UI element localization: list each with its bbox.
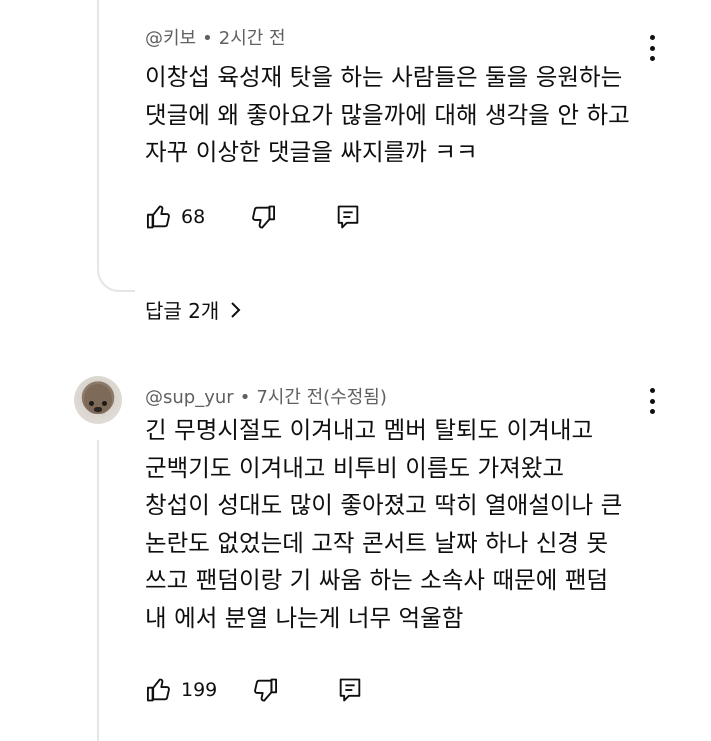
comment-text: 이창섭 육성재 탓을 하는 사람들은 둘을 응원하는 댓글에 왜 좋아요가 많을… <box>145 59 630 172</box>
meta-separator: • <box>239 387 251 408</box>
like-button[interactable]: 199 <box>145 676 217 704</box>
avatar-eye <box>89 401 94 406</box>
comment-text: 긴 무명시절도 이겨내고 멤버 탈퇴도 이겨내고 군백기도 이겨내고 비투비 이… <box>145 412 622 637</box>
chevron-right-icon <box>231 301 241 318</box>
avatar[interactable] <box>74 376 122 424</box>
thumbs-up-icon <box>146 678 170 702</box>
thread-curve <box>97 262 135 292</box>
comment-line: 내 에서 분열 나는게 너무 억울함 <box>145 603 464 632</box>
avatar-nose <box>94 407 102 412</box>
comment-time: 2시간 전 <box>218 28 286 49</box>
thumbs-down-icon <box>252 205 276 229</box>
avatar-face <box>84 384 112 414</box>
comment-actions: 68 <box>145 201 361 233</box>
comment-line: 논란도 없었는데 고작 콘서트 날짜 하나 신경 못 <box>145 528 609 557</box>
comment-author[interactable]: @키보 <box>145 28 196 49</box>
reply-button[interactable] <box>337 676 363 704</box>
like-count: 68 <box>181 206 206 228</box>
reply-icon <box>339 678 361 702</box>
comment-time: 7시간 전(수정됨) <box>256 387 387 408</box>
comment-author[interactable]: @sup_yur <box>145 387 234 408</box>
thumbs-down-icon <box>254 678 278 702</box>
thread-line <box>97 0 99 264</box>
dislike-button[interactable] <box>251 676 279 704</box>
thread-line <box>97 440 99 741</box>
thumbs-up-icon <box>146 205 170 229</box>
avatar-eye <box>102 401 107 406</box>
replies-toggle[interactable]: 답글 2개 <box>145 295 243 324</box>
more-vert-icon[interactable] <box>646 388 658 414</box>
comment-line: 창섭이 성대도 많이 좋아졌고 딱히 열애설이나 큰 <box>145 491 623 519</box>
meta-separator: • <box>202 28 213 49</box>
reply-button[interactable] <box>335 203 361 231</box>
comment-line: 군백기도 이겨내고 비투비 이름도 가져왔고 <box>145 453 565 482</box>
comment-line: 긴 무명시절도 이겨내고 멤버 탈퇴도 이겨내고 <box>145 416 594 444</box>
comment-line: 쓰고 팬덤이랑 기 싸움 하는 소속사 때문에 팬덤 <box>145 566 609 594</box>
like-button[interactable]: 68 <box>145 203 205 231</box>
comment-line: 이창섭 육성재 탓을 하는 사람들은 둘을 응원하는 <box>145 63 623 91</box>
comment-line: 댓글에 왜 좋아요가 많을까에 대해 생각을 안 하고 <box>145 100 630 129</box>
more-vert-icon[interactable] <box>646 35 658 61</box>
replies-label: 답글 2개 <box>145 299 220 323</box>
dislike-button[interactable] <box>249 203 277 231</box>
comment-line: 자꾸 이상한 댓글을 싸지를까 ㅋㅋ <box>145 138 478 166</box>
comment-meta: @키보 • 2시간 전 <box>145 24 286 50</box>
comment-meta: @sup_yur • 7시간 전(수정됨) <box>145 383 387 409</box>
comment-actions: 199 <box>145 674 363 706</box>
like-count: 199 <box>181 679 218 701</box>
reply-icon <box>337 205 359 229</box>
